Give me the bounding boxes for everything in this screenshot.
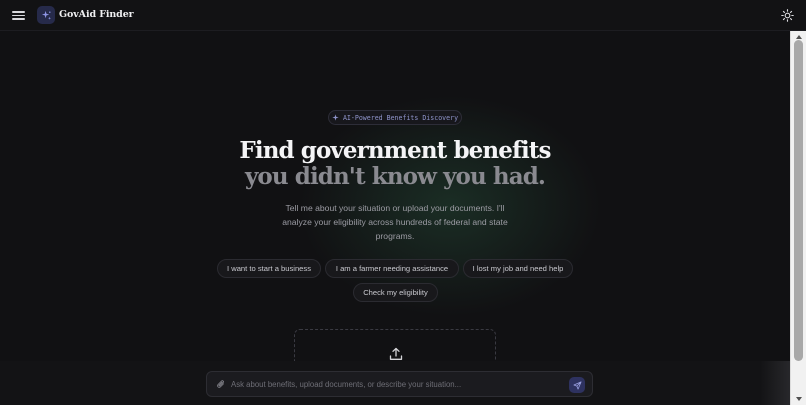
suggestion-chip-check-eligibility[interactable]: Check my eligibility [353, 283, 438, 302]
ai-badge: AI-Powered Benefits Discovery [328, 110, 462, 125]
main-content: AI-Powered Benefits Discovery Find gover… [0, 31, 790, 361]
suggestion-chip-lost-job[interactable]: I lost my job and need help [463, 259, 573, 278]
menu-button[interactable] [12, 9, 25, 22]
theme-toggle-button[interactable] [781, 9, 794, 22]
chat-input-bar [206, 371, 593, 397]
hero-subtitle: Tell me about your situation or upload y… [282, 203, 508, 241]
page-scrollbar[interactable] [790, 31, 806, 405]
hamburger-icon [12, 11, 25, 13]
suggestion-chip-farmer[interactable]: I am a farmer needing assistance [325, 259, 459, 278]
upload-icon [389, 347, 403, 360]
send-button[interactable] [569, 377, 585, 393]
sun-icon [781, 9, 794, 22]
logo [37, 6, 55, 24]
chat-input[interactable] [231, 376, 561, 393]
sparkle-icon [332, 114, 339, 121]
headline-primary: Find government benefits [239, 137, 551, 164]
brand-name: GovAid Finder [59, 9, 134, 20]
paperclip-icon[interactable] [216, 379, 226, 390]
scroll-down-arrow-icon[interactable] [795, 395, 803, 403]
sparkle-icon [41, 10, 51, 20]
scrollbar-thumb[interactable] [794, 40, 803, 361]
badge-label: AI-Powered Benefits Discovery [342, 113, 459, 122]
suggestion-chip-start-business[interactable]: I want to start a business [217, 259, 321, 278]
top-bar: GovAid Finder [0, 0, 806, 31]
send-icon [572, 380, 582, 390]
upload-dropzone[interactable] [294, 329, 496, 361]
headline-secondary: you didn't know you had. [244, 163, 546, 190]
